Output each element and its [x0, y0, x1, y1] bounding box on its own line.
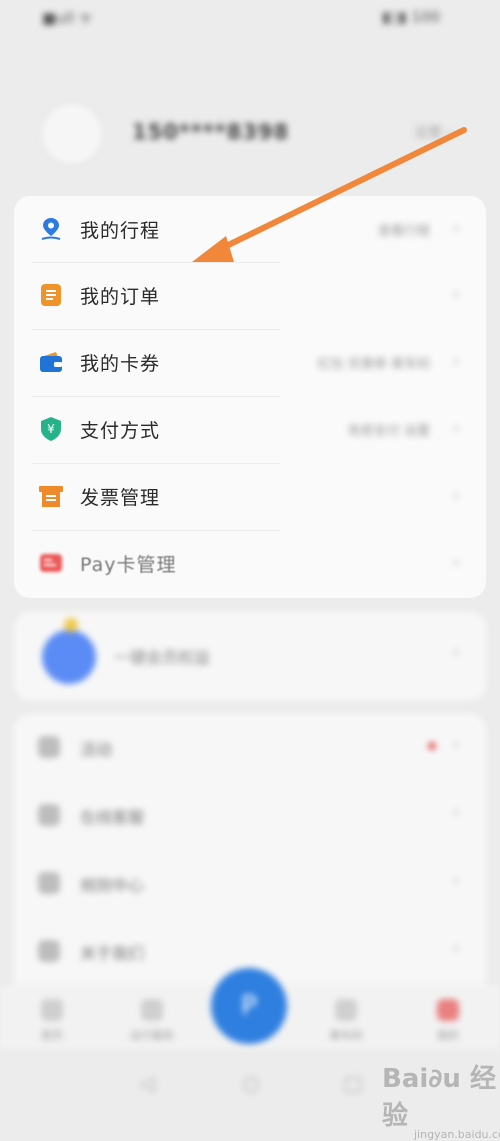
signal-indicator: ■ull ᯤ — [42, 9, 93, 27]
menu-item-label: 我的订单 — [80, 286, 161, 308]
other-options-card: 活动 › 在线客服 › 规则中心 › 关于我们 › — [14, 714, 486, 1004]
home-button[interactable]: ○ — [238, 1071, 264, 1095]
list-item-label: 在线客服 — [80, 808, 145, 827]
invoice-icon — [39, 486, 63, 507]
menu-item-trips[interactable]: 我的行程 查看行程 › — [14, 196, 486, 262]
list-item[interactable]: 在线客服 › — [14, 782, 486, 848]
menu-item-label: 发票管理 — [80, 487, 161, 509]
menu-item-hint: 红包 优惠券 乘车码 — [317, 357, 430, 372]
menu-item-hint: 免密支付 设置 — [347, 424, 430, 439]
wallet-icon — [40, 352, 62, 372]
svg-text:¥: ¥ — [47, 422, 55, 436]
chevron-right-icon: › — [452, 284, 460, 305]
battery-indicator: ▮▯▮ 100 — [381, 8, 440, 26]
menu-item-label: 我的行程 — [80, 220, 161, 242]
pay-button[interactable]: P — [211, 968, 287, 1044]
membership-card[interactable]: 一键会员权益 › — [14, 612, 486, 700]
chevron-right-icon: › — [452, 418, 460, 439]
membership-orb-icon — [42, 630, 96, 684]
recent-apps-button[interactable]: □ — [340, 1071, 366, 1095]
settings-link[interactable]: 设置 › — [414, 122, 452, 142]
list-item-label: 活动 — [80, 740, 113, 759]
chevron-right-icon: › — [452, 870, 460, 891]
location-pin-icon — [41, 218, 61, 240]
chevron-right-icon: › — [452, 485, 460, 506]
gift-icon — [38, 736, 60, 758]
back-button[interactable]: ◁ — [134, 1071, 160, 1095]
tab-label: 出行服务 — [130, 1029, 174, 1042]
tab-label: 我的 — [437, 1029, 459, 1042]
notification-badge — [428, 742, 436, 750]
chevron-right-icon: › — [452, 938, 460, 959]
tab-mine[interactable]: 我的 — [418, 999, 478, 1043]
tab-label: 乘车码 — [329, 1029, 363, 1042]
book-icon — [38, 872, 60, 894]
car-icon — [141, 999, 163, 1021]
shield-yuan-icon: ¥ — [41, 417, 61, 441]
menu-item-payment[interactable]: ¥ 支付方式 免密支付 设置 › — [14, 396, 486, 462]
pay-card-icon — [40, 554, 62, 572]
tab-services[interactable]: 出行服务 — [122, 999, 182, 1043]
membership-label: 一键会员权益 — [114, 648, 211, 667]
tab-label: 首页 — [41, 1029, 63, 1042]
phone-number: 150****8398 — [132, 120, 290, 144]
chevron-right-icon: › — [452, 642, 460, 663]
chevron-right-icon: › — [452, 734, 460, 755]
pay-icon: P — [241, 991, 257, 1021]
tab-home[interactable]: 首页 — [22, 999, 82, 1043]
qr-icon — [335, 999, 357, 1021]
user-icon — [437, 999, 459, 1021]
order-list-icon — [41, 284, 61, 306]
list-item-label: 规则中心 — [80, 876, 145, 895]
crown-icon — [64, 618, 78, 632]
watermark-text: Bai∂u 经验 — [382, 1064, 496, 1131]
list-item[interactable]: 规则中心 › — [14, 850, 486, 916]
menu-item-invoice[interactable]: 发票管理 › — [14, 463, 486, 529]
menu-item-orders[interactable]: 我的订单 › — [14, 262, 486, 328]
list-item[interactable]: 活动 › — [14, 714, 486, 780]
menu-item-label: Pay卡管理 — [80, 554, 177, 576]
list-item-label: 关于我们 — [80, 944, 145, 963]
menu-item-label: 我的卡券 — [80, 353, 161, 375]
tab-ride-code[interactable]: 乘车码 — [316, 999, 376, 1043]
watermark-logo: Bai∂u 经验 jingyan.baidu.com — [382, 1058, 500, 1141]
chevron-right-icon: › — [452, 351, 460, 372]
info-icon — [38, 940, 60, 962]
chevron-right-icon: › — [452, 552, 460, 573]
chat-icon — [38, 804, 60, 826]
avatar[interactable] — [40, 102, 104, 166]
menu-item-hint: 查看行程 — [377, 224, 430, 239]
menu-item-label: 支付方式 — [80, 420, 161, 442]
menu-item-pay-card[interactable]: Pay卡管理 › — [14, 530, 486, 596]
home-icon — [41, 999, 63, 1021]
status-bar: ■ull ᯤ ▮▯▮ 100 — [0, 0, 500, 40]
menu-item-coupons[interactable]: 我的卡券 红包 优惠券 乘车码 › — [14, 329, 486, 395]
chevron-right-icon: › — [452, 218, 460, 239]
menu-card: 我的行程 查看行程 › 我的订单 › 我的卡券 红包 优惠券 乘车码 › ¥ 支… — [14, 196, 486, 598]
chevron-right-icon: › — [452, 802, 460, 823]
profile-header[interactable]: 150****8398 设置 › — [0, 92, 500, 182]
